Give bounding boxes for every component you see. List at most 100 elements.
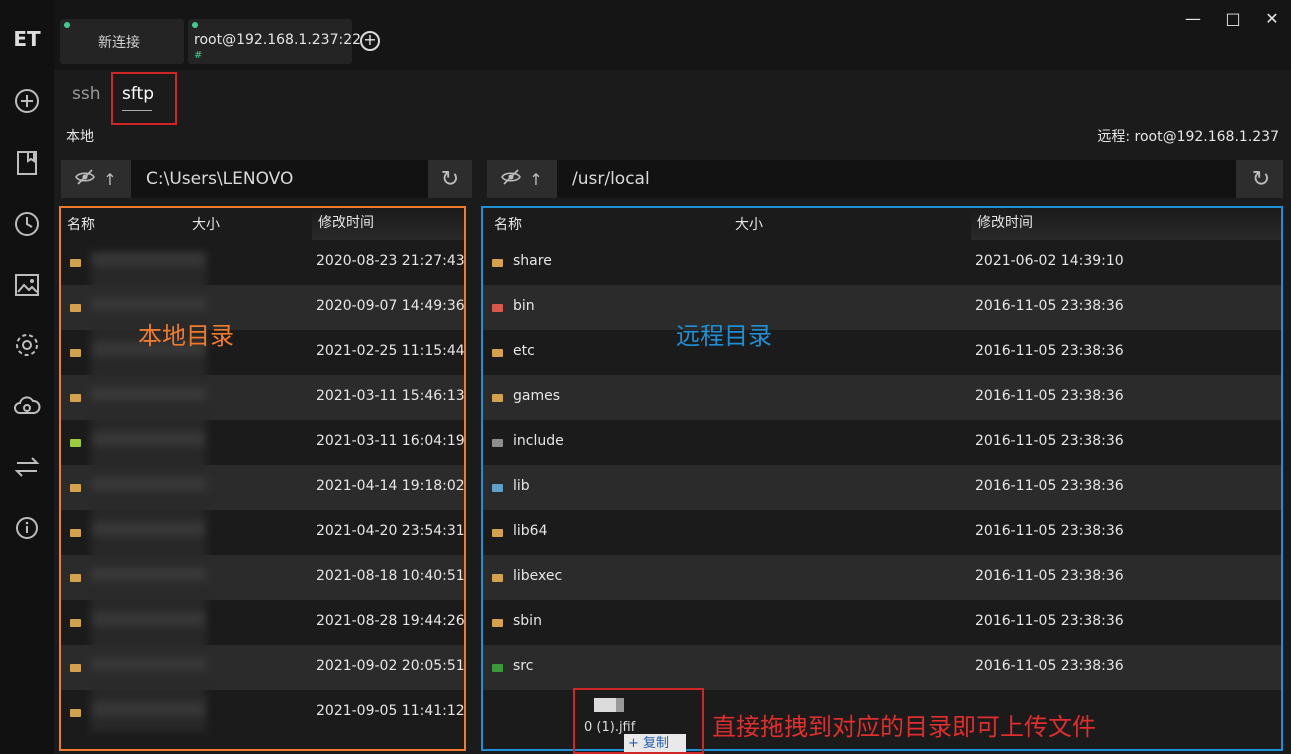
remote-refresh-icon[interactable]: ↻ — [1239, 160, 1283, 198]
file-name: src — [513, 658, 534, 674]
left-nav-rail: ET — [0, 0, 54, 754]
table-row[interactable]: src 2016-11-05 23:38:36 — [483, 645, 1281, 690]
remote-title: 远程: root@192.168.1.237 — [1097, 129, 1279, 145]
column-name[interactable]: 名称 — [67, 214, 95, 234]
src-folder-icon — [492, 664, 503, 672]
gear-icon[interactable] — [12, 330, 42, 360]
status-dot — [192, 22, 198, 28]
column-size[interactable]: 大小 — [192, 214, 220, 234]
file-mtime: 2016-11-05 23:38:36 — [975, 298, 1124, 314]
file-mtime: 2016-11-05 23:38:36 — [975, 658, 1124, 674]
column-size[interactable]: 大小 — [735, 214, 763, 234]
local-path-bar: ↑ C:\Users\LENOVO ↻ — [61, 160, 472, 198]
tab-strip: 新连接 root@192.168.1.237:22 # + — □ ✕ — [54, 0, 1291, 70]
file-mtime: 2021-06-02 14:39:10 — [975, 253, 1124, 269]
folder-icon — [492, 619, 503, 627]
app-logo: ET — [13, 27, 41, 51]
folder-icon — [70, 349, 81, 357]
table-row[interactable]: lib64 2016-11-05 23:38:36 — [483, 510, 1281, 555]
table-row[interactable]: include 2016-11-05 23:38:36 — [483, 420, 1281, 465]
tab-server-session[interactable]: root@192.168.1.237:22 # — [188, 19, 361, 64]
annotation-remote-dir: 远程目录 — [676, 322, 772, 350]
new-connection-icon[interactable] — [12, 86, 42, 116]
close-icon[interactable]: ✕ — [1261, 8, 1283, 30]
bin-folder-icon — [492, 304, 503, 312]
folder-icon — [70, 484, 81, 492]
up-arrow-icon[interactable]: ↑ — [529, 170, 542, 189]
minimize-icon[interactable]: — — [1182, 8, 1204, 30]
file-mtime: 2016-11-05 23:38:36 — [975, 568, 1124, 584]
lib-folder-icon — [492, 484, 503, 492]
file-mtime: 2021-03-11 16:04:19 — [316, 433, 465, 449]
file-mtime: 2016-11-05 23:38:36 — [975, 343, 1124, 359]
file-mtime: 2016-11-05 23:38:36 — [975, 433, 1124, 449]
local-file-list: 名称 大小 修改时间 2020-08-23 21:27:43 2020-09-07… — [59, 206, 466, 751]
tab-label: 新连接 — [98, 35, 140, 51]
folder-icon — [70, 574, 81, 582]
table-row[interactable]: libexec 2016-11-05 23:38:36 — [483, 555, 1281, 600]
tab-label: root@192.168.1.237:22 — [194, 32, 362, 48]
column-mtime[interactable]: 修改时间 — [312, 208, 464, 240]
tab-new-connection[interactable]: 新连接 — [60, 19, 184, 64]
remote-list-header: 名称 大小 修改时间 — [483, 208, 1281, 240]
file-name: games — [513, 388, 561, 404]
table-row[interactable]: share 2021-06-02 14:39:10 — [483, 240, 1281, 285]
tab-sub-marker: # — [194, 50, 203, 61]
table-row[interactable]: games 2016-11-05 23:38:36 — [483, 375, 1281, 420]
file-mtime: 2020-08-23 21:27:43 — [316, 253, 465, 269]
green-folder-icon — [70, 439, 81, 447]
maximize-icon[interactable]: □ — [1222, 8, 1244, 30]
file-mtime: 2021-03-11 15:46:13 — [316, 388, 465, 404]
bookmark-icon[interactable] — [12, 148, 42, 178]
table-row[interactable]: sbin 2016-11-05 23:38:36 — [483, 600, 1281, 645]
remote-path-bar: ↑ /usr/local ↻ — [487, 160, 1283, 198]
folder-icon — [70, 394, 81, 402]
local-refresh-icon[interactable]: ↻ — [428, 160, 472, 198]
info-icon[interactable] — [12, 513, 42, 543]
cloud-icon[interactable] — [12, 391, 42, 421]
file-name: lib64 — [513, 523, 548, 539]
image-icon[interactable] — [12, 270, 42, 300]
local-path-buttons: ↑ — [61, 160, 131, 198]
add-tab-button[interactable]: + — [360, 31, 380, 51]
folder-icon — [492, 349, 503, 357]
column-mtime[interactable]: 修改时间 — [971, 208, 1281, 240]
remote-file-list: 名称 大小 修改时间 share 2021-06-02 14:39:10 bin 20… — [481, 206, 1283, 751]
file-mtime: 2021-04-20 23:54:31 — [316, 523, 465, 539]
file-name: include — [513, 433, 564, 449]
file-name: bin — [513, 298, 535, 314]
file-mtime: 2021-08-28 19:44:26 — [316, 613, 465, 629]
up-arrow-icon[interactable]: ↑ — [103, 170, 116, 189]
folder-icon — [492, 529, 503, 537]
folder-icon — [70, 259, 81, 267]
file-mtime: 2021-09-02 20:05:51 — [316, 658, 465, 674]
file-mtime: 2021-04-14 19:18:02 — [316, 478, 465, 494]
column-name[interactable]: 名称 — [494, 214, 522, 234]
hide-hidden-icon[interactable] — [75, 169, 96, 189]
table-row[interactable]: etc 2016-11-05 23:38:36 — [483, 330, 1281, 375]
remote-path-buttons: ↑ — [487, 160, 557, 198]
include-folder-icon — [492, 439, 503, 447]
file-mtime: 2021-02-25 11:15:44 — [316, 343, 465, 359]
folder-icon — [492, 574, 503, 582]
sftp-highlight-box — [111, 72, 177, 125]
folder-icon — [70, 709, 81, 717]
local-path-input[interactable]: C:\Users\LENOVO — [131, 160, 428, 198]
folder-icon — [492, 259, 503, 267]
remote-path-input[interactable]: /usr/local — [557, 160, 1236, 198]
transfer-icon[interactable] — [12, 452, 42, 482]
tab-ssh[interactable]: ssh — [72, 84, 101, 104]
folder-icon — [70, 304, 81, 312]
file-name: share — [513, 253, 552, 269]
local-title: 本地 — [66, 129, 94, 145]
file-name: sbin — [513, 613, 542, 629]
local-list-header: 名称 大小 修改时间 — [61, 208, 464, 240]
hide-hidden-icon[interactable] — [501, 169, 522, 189]
file-mtime: 2021-09-05 11:41:12 — [316, 703, 465, 719]
table-row[interactable]: lib 2016-11-05 23:38:36 — [483, 465, 1281, 510]
table-row[interactable]: bin 2016-11-05 23:38:36 — [483, 285, 1281, 330]
folder-icon — [492, 394, 503, 402]
history-icon[interactable] — [12, 209, 42, 239]
status-dot — [64, 22, 70, 28]
file-mtime: 2016-11-05 23:38:36 — [975, 613, 1124, 629]
